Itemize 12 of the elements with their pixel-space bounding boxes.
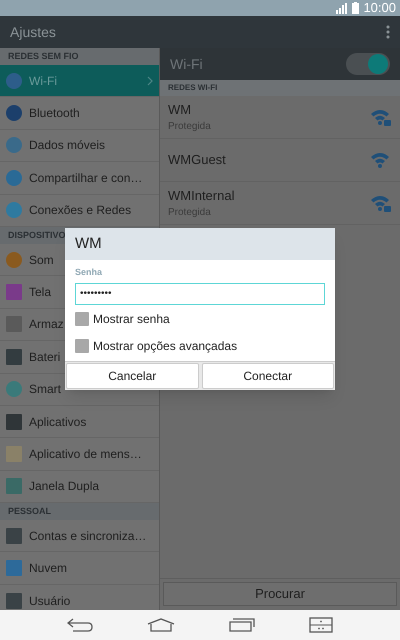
checkbox-label: Mostrar opções avançadas	[93, 338, 238, 354]
panel-title: Wi-Fi	[170, 54, 203, 74]
section-header: PESSOAL	[0, 503, 159, 520]
network-name: WMGuest	[168, 151, 226, 170]
section-header: REDES WI-FI	[160, 80, 400, 96]
network-name: WM	[168, 100, 192, 119]
checkbox-label: Mostrar senha	[93, 310, 170, 328]
field-label: Senha	[75, 266, 104, 279]
app-title: Ajustes	[10, 22, 56, 42]
network-name: WMInternal	[168, 186, 234, 205]
clock-text: 10:00	[363, 0, 396, 18]
section-header: REDES SEM FIO	[0, 48, 159, 65]
